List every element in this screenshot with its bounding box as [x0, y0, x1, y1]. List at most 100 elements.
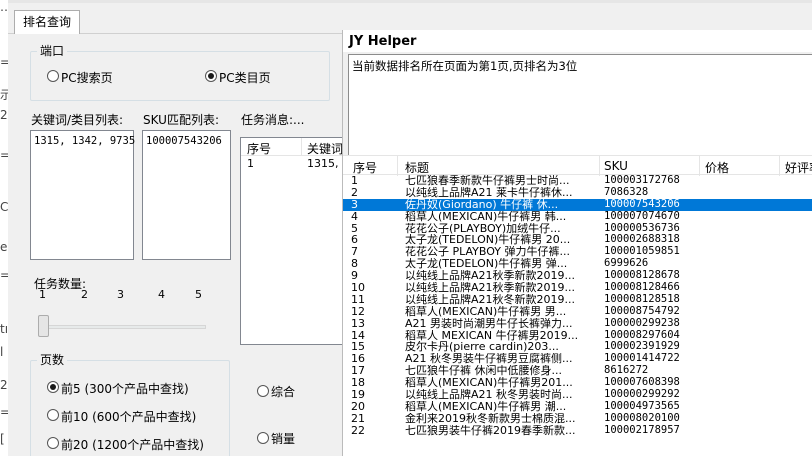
row-sku: 100007543206 [604, 198, 680, 210]
sort-radio-comprehensive[interactable] [257, 385, 269, 397]
table-row[interactable]: 10 以纯线上品牌A21秋季新款2019... 100008128466 [343, 282, 812, 294]
col-header-no[interactable]: 序号 [353, 159, 377, 176]
edge-glyph: = [0, 55, 8, 69]
row-no: 21 [351, 412, 365, 425]
pages-radio-top20[interactable] [47, 437, 59, 449]
edge-glyph: tı [0, 322, 8, 336]
table-row[interactable]: 20 稻草人(MEXICAN)牛仔裤男 潮... 100004973565 [343, 401, 812, 413]
row-sku: 100008128518 [604, 293, 680, 305]
row-no: 15 [351, 341, 365, 354]
row-no: 20 [351, 400, 365, 413]
row-title: 七匹狼春季新款牛仔裤男士时尚... [405, 175, 570, 187]
row-sku: 100008297604 [604, 329, 680, 341]
jy-table-header: 序号 标题 SKU 价格 好评率 [343, 155, 812, 176]
row-title: 稻草人 MEXICAN 牛仔裤男2019... [405, 329, 579, 342]
col-header-price[interactable]: 价格 [705, 159, 729, 176]
row-title: 稻草人(MEXICAN)牛仔裤男 男... [405, 305, 567, 318]
row-no: 13 [351, 317, 365, 330]
row-sku: 100002688318 [604, 234, 680, 246]
sort-label-comprehensive: 综合 [271, 385, 296, 399]
task-message-label: 任务消息:... [241, 113, 305, 127]
row-sku: 100008128466 [604, 282, 680, 294]
table-row[interactable]: 17 七匹狼牛仔裤 休闲中低腰修身... 8616272 [343, 365, 812, 377]
row-title: 太子龙(TEDELON)牛仔裤男 20... [405, 234, 571, 247]
sort-radio-sales[interactable] [257, 432, 269, 444]
row-sku: 100004973565 [604, 400, 680, 412]
row-sku: 100001059851 [604, 246, 680, 258]
col-header-sku[interactable]: SKU [604, 159, 628, 173]
table-row[interactable]: 14 稻草人 MEXICAN 牛仔裤男2019... 100008297604 [343, 330, 812, 342]
edge-glyph: = [0, 268, 8, 282]
table-row[interactable]: 21 金利来2019秋冬新款男士棉质混... 100008020100 [343, 413, 812, 425]
row-sku: 100008754792 [604, 305, 680, 317]
task-col-no: 序号 [247, 142, 272, 156]
pages-legend: 页数 [37, 351, 68, 368]
row-title: 以纯线上品牌A21秋季新款2019... [405, 282, 576, 294]
edge-glyph: C [0, 200, 8, 214]
row-title: 花花公子 PLAYBOY 弹力牛仔裤... [405, 246, 571, 259]
tick-label: 4 [158, 288, 165, 301]
row-title: 稻草人(MEXICAN)牛仔裤男 潮... [405, 400, 567, 413]
row-sku: 100002178957 [604, 424, 680, 436]
sku-match-value: 100007543206 [146, 135, 222, 147]
col-divider [699, 156, 700, 176]
col-header-rating[interactable]: 好评率 [785, 159, 812, 176]
jy-helper-info-text: 当前数据排名所在页面为第1页,页排名为3位 [352, 59, 578, 73]
pages-label-top20: 前20 (1200个产品中查找) [61, 438, 204, 452]
col-divider [779, 156, 780, 176]
table-row[interactable]: 8 太子龙(TEDELON)牛仔裤男 弹... 6999626 [343, 258, 812, 270]
row-no: 16 [351, 353, 365, 366]
table-row[interactable]: 2 以纯线上品牌A21 莱卡牛仔裤休... 7086328 [343, 187, 812, 199]
table-row[interactable]: 16 A21 秋冬男装牛仔裤男豆腐裤侧... 100001414722 [343, 353, 812, 365]
table-row[interactable]: 9 以纯线上品牌A21秋季新款2019... 100008128678 [343, 270, 812, 282]
pages-label-top5: 前5 (300个产品中查找) [61, 382, 189, 396]
table-row[interactable]: 12 稻草人(MEXICAN)牛仔裤男 男... 100008754792 [343, 306, 812, 318]
row-sku: 100000536736 [604, 222, 680, 234]
title-strip [8, 0, 812, 3]
sort-label-sales: 销量 [271, 432, 296, 446]
row-no: 1 [351, 175, 358, 187]
table-row[interactable]: 5 花花公子(PLAYBOY)加绒牛仔... 100000536736 [343, 223, 812, 235]
tab-ranking-query[interactable]: 排名查询 [14, 10, 80, 34]
pages-radio-top10[interactable] [47, 409, 59, 421]
table-row[interactable]: 3 佐丹奴(Giordano) 牛仔裤 休... 100007543206 [343, 198, 812, 211]
table-row[interactable]: 15 皮尔卡丹(pierre cardin)203... 100002391929 [343, 341, 812, 353]
task-col-keyword: 关键词 [307, 142, 344, 156]
tab-strip [8, 0, 812, 34]
row-sku: 8616272 [604, 365, 649, 377]
row-no: 22 [351, 424, 365, 437]
row-no: 8 [351, 258, 358, 271]
table-row[interactable]: 11 以纯线上品牌A21秋冬新款2019... 100008128518 [343, 294, 812, 306]
table-row[interactable]: 18 稻草人(MEXICAN)牛仔裤男201... 100007608398 [343, 377, 812, 389]
jy-table-body: 1 七匹狼春季新款牛仔裤男士时尚... 100003172768 2 以纯线上品牌A21… [343, 175, 812, 437]
table-row[interactable]: 6 太子龙(TEDELON)牛仔裤男 20... 100002688318 [343, 234, 812, 246]
task-col-divider [301, 138, 302, 156]
row-no: 17 [351, 365, 365, 378]
port-radio-pc-category[interactable] [205, 70, 217, 82]
port-radio-pc-search[interactable] [47, 70, 59, 82]
table-row[interactable]: 19 以纯线上品牌A21 秋冬男装时尚... 100000299292 [343, 389, 812, 401]
table-row[interactable]: 13 A21 男装时尚潮男牛仔长裤弹力... 100000299238 [343, 318, 812, 330]
edge-glyph: e [0, 240, 8, 254]
task-count-slider-track[interactable] [40, 325, 206, 329]
pages-radio-top5[interactable] [47, 381, 59, 393]
port-legend: 端口 [37, 42, 68, 59]
row-no: 9 [351, 270, 358, 283]
sku-match-textarea[interactable]: 100007543206 [142, 130, 231, 260]
row-sku: 100001414722 [604, 353, 680, 365]
background-window-edge: … = 示 2 = Ce = tı l 2 = [ [0, 0, 8, 456]
edge-glyph: = [0, 148, 8, 162]
jy-helper-results-table[interactable]: 序号 标题 SKU 价格 好评率 1 七匹狼春季新款牛仔裤男士时尚... 10000… [343, 155, 812, 456]
col-header-title[interactable]: 标题 [405, 159, 429, 176]
row-sku: 100008020100 [604, 412, 680, 424]
table-row[interactable]: 4 稻草人(MEXICAN)牛仔裤男 韩... 100007074670 [343, 211, 812, 223]
table-row[interactable]: 7 花花公子 PLAYBOY 弹力牛仔裤... 100001059851 [343, 246, 812, 258]
table-row[interactable]: 22 七匹狼男装牛仔裤2019春季新款... 100002178957 [343, 425, 812, 437]
table-row[interactable]: 1 七匹狼春季新款牛仔裤男士时尚... 100003172768 [343, 175, 812, 187]
port-label-pc-search: PC搜索页 [61, 71, 113, 85]
keywords-textarea[interactable]: 1315, 1342, 9735 [30, 130, 135, 260]
row-sku: 100007608398 [604, 377, 680, 389]
task-count-slider-thumb[interactable] [38, 315, 49, 337]
row-title: 以纯线上品牌A21 莱卡牛仔裤休... [405, 186, 573, 199]
jy-helper-window: JY Helper 当前数据排名所在页面为第1页,页排名为3位 序号 标题 SK… [342, 30, 812, 456]
